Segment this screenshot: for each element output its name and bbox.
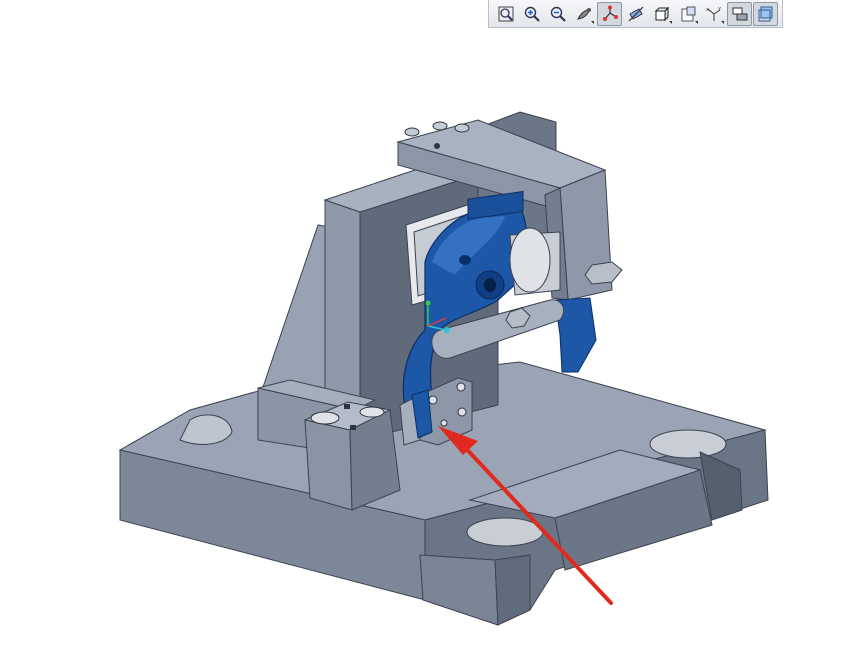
top-screw-1 (404, 127, 420, 137)
base-slot-front (466, 517, 544, 547)
base-foot-left-side (494, 554, 531, 626)
zoom-in-icon (523, 5, 541, 23)
front-cube-front (304, 419, 353, 511)
cube-slot-1 (344, 404, 350, 409)
top-screw-2 (432, 121, 448, 131)
svg-text:x: x (706, 7, 709, 13)
dropdown-caret-icon (695, 20, 698, 24)
locator-hole-3 (457, 407, 467, 417)
dropdown-caret-icon (721, 20, 724, 24)
zoom-out-button[interactable] (545, 2, 570, 26)
datum-display-icon (601, 5, 619, 23)
base-slot-right (649, 429, 727, 459)
zoom-fit-icon (497, 5, 515, 23)
shaded-edges-button[interactable] (753, 1, 778, 26)
display-style-button[interactable] (649, 2, 674, 26)
locator-hole-4 (440, 419, 448, 427)
csys-display-button[interactable]: xy (701, 2, 726, 26)
zoom-out-icon (549, 5, 567, 23)
svg-text:y: y (718, 6, 721, 12)
clamp-hole-top (459, 255, 471, 265)
view-orient-button[interactable] (571, 2, 596, 26)
cylinder-end (509, 227, 551, 293)
axis-display-button[interactable] (623, 2, 648, 26)
front-cube[interactable] (303, 401, 401, 511)
zoom-fit-button[interactable] (493, 2, 518, 26)
shaded-edges-icon (757, 5, 775, 23)
cube-slot-2 (350, 425, 356, 430)
spin-center-icon (731, 5, 749, 23)
saved-views-icon (679, 5, 697, 23)
display-style-icon (653, 5, 671, 23)
locator-hole-1 (428, 395, 438, 405)
cad-model-view[interactable] (0, 0, 863, 666)
graphics-viewport[interactable] (0, 0, 863, 666)
dropdown-caret-icon (591, 20, 594, 24)
zoom-in-button[interactable] (519, 2, 544, 26)
dropdown-caret-icon (669, 20, 672, 24)
top-screw-3 (454, 123, 470, 133)
view-toolbar: xy (488, 0, 783, 28)
cube-hole-2 (359, 406, 385, 418)
spin-center-button[interactable] (727, 1, 752, 26)
base-foot-left (419, 554, 499, 626)
locator-hole-2 (456, 382, 466, 392)
saved-views-button[interactable] (675, 2, 700, 26)
axis-display-icon (627, 5, 645, 23)
clamp-pivot-hole (484, 278, 496, 292)
cube-hole-1 (310, 411, 340, 425)
top-hole (434, 143, 440, 149)
datum-display-button[interactable] (597, 1, 622, 26)
view-orient-icon (575, 5, 593, 23)
csys-display-icon: xy (705, 5, 723, 23)
